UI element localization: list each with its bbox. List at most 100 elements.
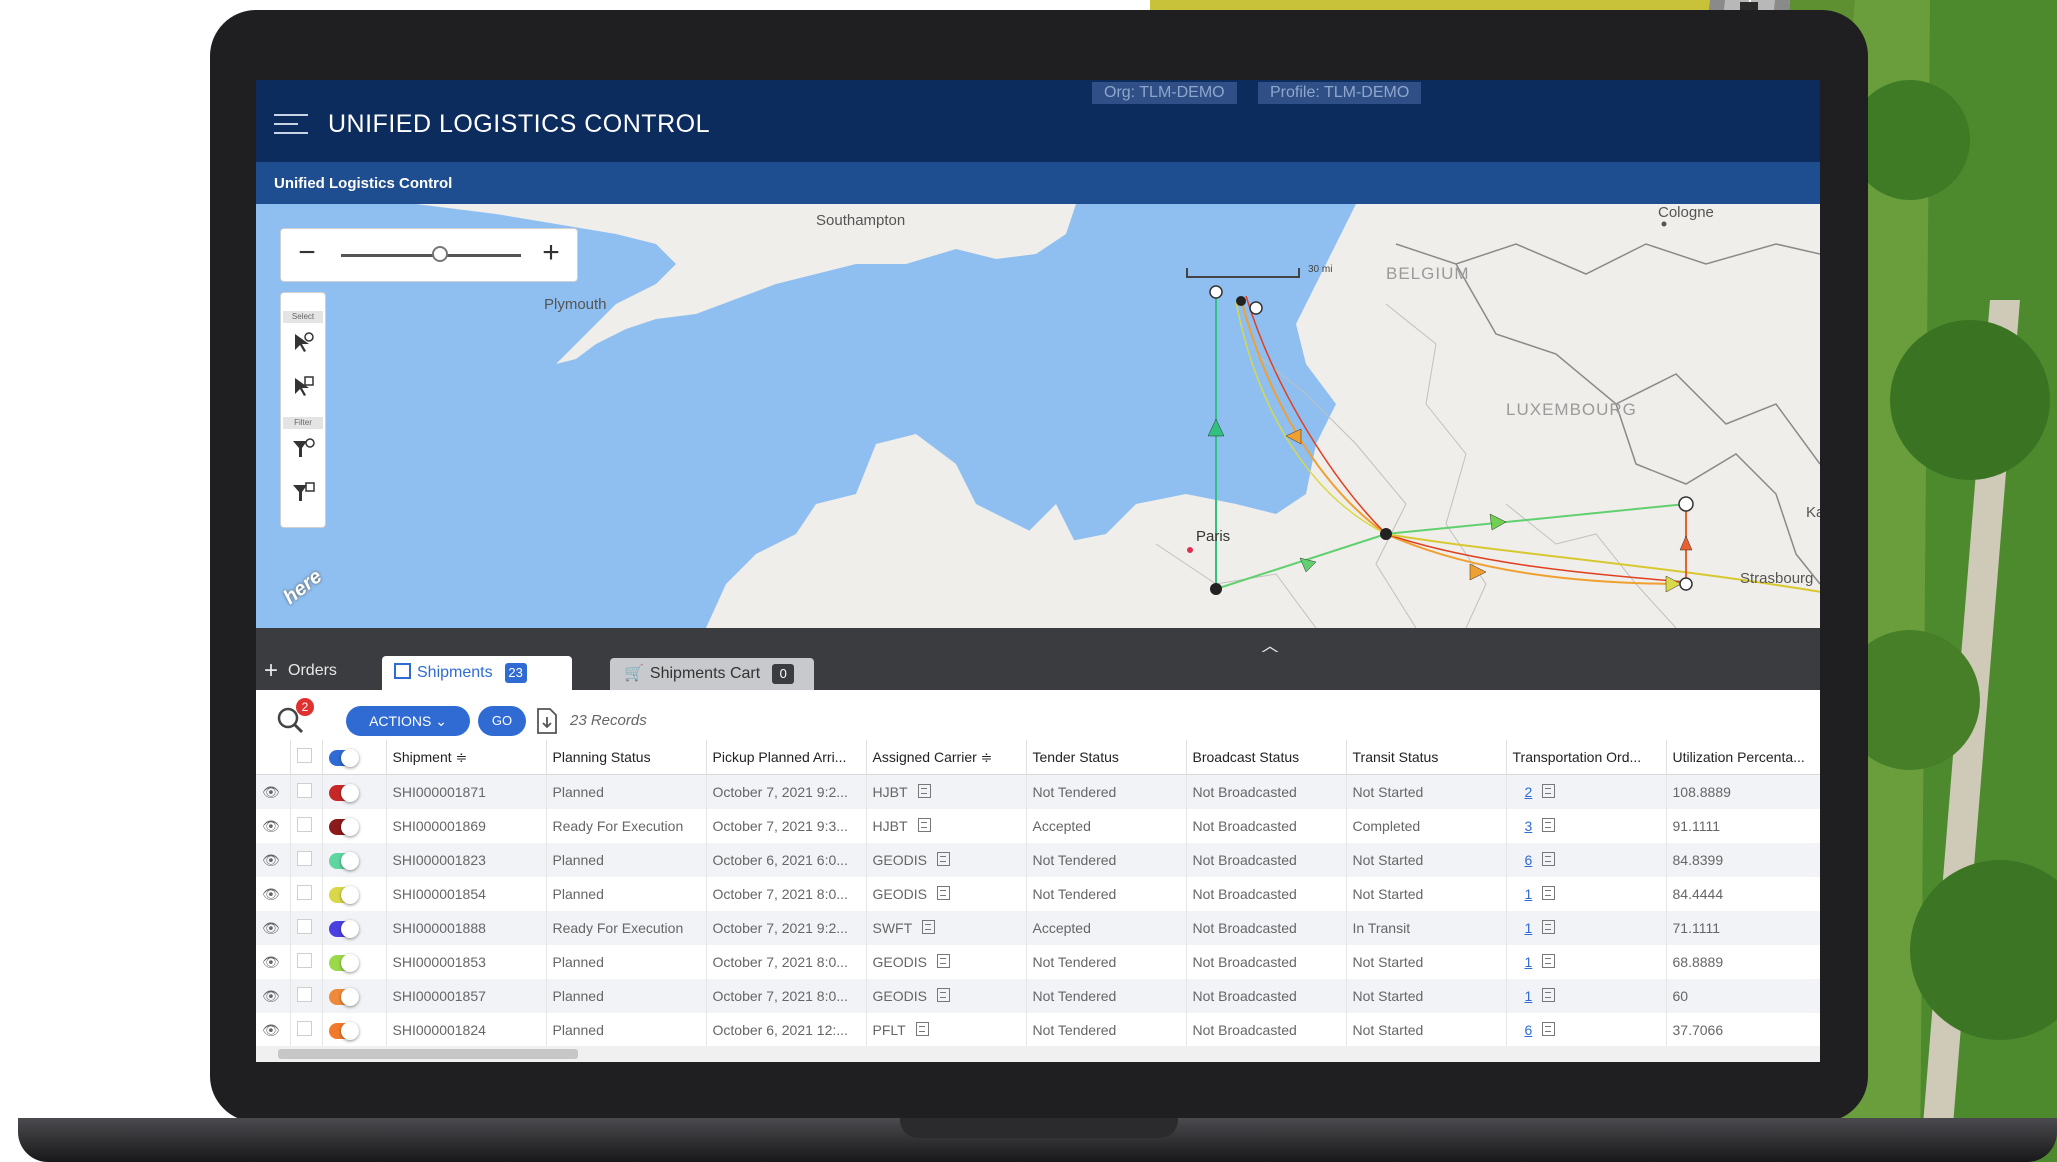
view-eye-icon[interactable]: 👁 xyxy=(262,1022,280,1038)
select-all-checkbox[interactable] xyxy=(296,748,312,763)
orders-details-icon[interactable] xyxy=(1542,988,1556,1002)
table-row[interactable]: 👁 SHI000001823 Planned October 6, 2021 6… xyxy=(256,843,1820,877)
export-icon[interactable] xyxy=(534,706,560,736)
row-checkbox[interactable] xyxy=(296,919,312,934)
view-eye-icon[interactable]: 👁 xyxy=(262,954,280,970)
table-row[interactable]: 👁 SHI000001871 Planned October 7, 2021 9… xyxy=(256,774,1820,809)
panel-collapse-strip[interactable] xyxy=(256,628,1820,652)
horizontal-scrollbar[interactable] xyxy=(256,1046,1820,1062)
carrier-details-icon[interactable] xyxy=(936,886,950,900)
row-checkbox[interactable] xyxy=(296,1021,312,1036)
map-scale-text: 30 mi xyxy=(1308,264,1333,275)
select-pointer-icon[interactable] xyxy=(287,327,319,359)
cell-shipment: SHI000001854 xyxy=(386,877,547,911)
header-shipment[interactable]: Shipment ≑ xyxy=(386,740,547,775)
row-checkbox[interactable] xyxy=(296,851,312,866)
header-transit-status[interactable]: Transit Status xyxy=(1346,740,1507,775)
org-indicator[interactable]: Org: TLM-DEMO xyxy=(1092,82,1237,104)
tab-orders[interactable]: + Orders xyxy=(264,656,337,686)
zoom-slider-thumb[interactable] xyxy=(432,246,448,262)
transportation-orders-link[interactable]: 1 xyxy=(1525,920,1533,936)
header-utilization[interactable]: Utilization Percenta... xyxy=(1666,740,1820,775)
orders-details-icon[interactable] xyxy=(1542,920,1556,934)
header-assigned-carrier[interactable]: Assigned Carrier ≑ xyxy=(866,740,1027,775)
header-transportation-orders[interactable]: Transportation Ord... xyxy=(1506,740,1667,775)
route-color-swatch[interactable] xyxy=(328,1021,363,1040)
transportation-orders-link[interactable]: 1 xyxy=(1525,988,1533,1004)
carrier-details-icon[interactable] xyxy=(922,920,936,934)
cell-tender-status: Accepted xyxy=(1026,911,1187,945)
view-eye-icon[interactable]: 👁 xyxy=(262,886,280,902)
row-checkbox[interactable] xyxy=(296,885,312,900)
route-color-swatch[interactable] xyxy=(328,987,363,1006)
header-select[interactable] xyxy=(290,740,323,775)
row-checkbox[interactable] xyxy=(296,783,312,798)
view-eye-icon[interactable]: 👁 xyxy=(262,784,280,800)
actions-button[interactable]: ACTIONS ⌄ xyxy=(346,706,470,736)
view-eye-icon[interactable]: 👁 xyxy=(262,818,280,834)
orders-details-icon[interactable] xyxy=(1542,886,1556,900)
route-color-swatch[interactable] xyxy=(328,885,363,904)
transportation-orders-link[interactable]: 6 xyxy=(1525,852,1533,868)
filter-area-icon[interactable] xyxy=(287,477,319,509)
table-row[interactable]: 👁 SHI000001853 Planned October 7, 2021 8… xyxy=(256,945,1820,979)
map-label-plymouth: Plymouth xyxy=(544,296,607,313)
transportation-orders-link[interactable]: 1 xyxy=(1525,886,1533,902)
transportation-orders-link[interactable]: 3 xyxy=(1525,818,1533,834)
orders-details-icon[interactable] xyxy=(1542,954,1556,968)
carrier-details-icon[interactable] xyxy=(936,852,950,866)
scrollbar-thumb[interactable] xyxy=(278,1049,578,1059)
cell-planning-status: Planned xyxy=(546,843,707,877)
table-header-row: Shipment ≑ Planning Status Pickup Planne… xyxy=(256,740,1820,775)
map-label-luxembourg: LUXEMBOURG xyxy=(1506,400,1637,419)
carrier-details-icon[interactable] xyxy=(917,818,931,832)
orders-details-icon[interactable] xyxy=(1542,784,1556,798)
row-checkbox[interactable] xyxy=(296,953,312,968)
row-checkbox[interactable] xyxy=(296,817,312,832)
route-color-swatch[interactable] xyxy=(328,783,363,802)
route-color-swatch[interactable] xyxy=(328,851,363,870)
carrier-details-icon[interactable] xyxy=(936,954,950,968)
carrier-details-icon[interactable] xyxy=(936,988,950,1002)
route-color-swatch[interactable] xyxy=(328,953,363,972)
row-checkbox[interactable] xyxy=(296,987,312,1002)
zoom-slider[interactable] xyxy=(341,246,521,262)
carrier-details-icon[interactable] xyxy=(917,784,931,798)
table-row[interactable]: 👁 SHI000001857 Planned October 7, 2021 8… xyxy=(256,979,1820,1013)
cell-utilization: 60 xyxy=(1666,979,1820,1013)
header-planning-status[interactable]: Planning Status xyxy=(546,740,707,775)
transportation-orders-link[interactable]: 1 xyxy=(1525,954,1533,970)
map-view[interactable]: Southampton Plymouth Cologne BELGIUM LUX… xyxy=(256,204,1820,628)
view-eye-icon[interactable]: 👁 xyxy=(262,852,280,868)
map-label-belgium: BELGIUM xyxy=(1386,264,1470,283)
orders-details-icon[interactable] xyxy=(1542,818,1556,832)
zoom-in-button[interactable]: + xyxy=(533,235,569,273)
table-row[interactable]: 👁 SHI000001888 Ready For Execution Octob… xyxy=(256,911,1820,945)
tab-shipments-cart[interactable]: 🛒 Shipments Cart 0 xyxy=(610,658,814,690)
orders-details-icon[interactable] xyxy=(1542,852,1556,866)
map-label-cologne: Cologne xyxy=(1658,204,1714,221)
table-row[interactable]: 👁 SHI000001869 Ready For Execution Octob… xyxy=(256,809,1820,843)
view-eye-icon[interactable]: 👁 xyxy=(262,988,280,1004)
color-toggle[interactable] xyxy=(328,748,363,767)
header-broadcast-status[interactable]: Broadcast Status xyxy=(1186,740,1347,775)
route-color-swatch[interactable] xyxy=(328,817,363,836)
header-pickup-planned[interactable]: Pickup Planned Arri... xyxy=(706,740,867,775)
route-color-swatch[interactable] xyxy=(328,919,363,938)
table-row[interactable]: 👁 SHI000001824 Planned October 6, 2021 1… xyxy=(256,1013,1820,1046)
hamburger-menu-icon[interactable] xyxy=(274,114,308,134)
carrier-details-icon[interactable] xyxy=(915,1022,929,1036)
table-row[interactable]: 👁 SHI000001854 Planned October 7, 2021 8… xyxy=(256,877,1820,911)
go-button[interactable]: GO xyxy=(478,706,526,736)
orders-details-icon[interactable] xyxy=(1542,1022,1556,1036)
select-area-icon[interactable] xyxy=(287,371,319,403)
zoom-out-button[interactable]: − xyxy=(289,235,325,273)
transportation-orders-link[interactable]: 6 xyxy=(1525,1022,1533,1038)
header-tender-status[interactable]: Tender Status xyxy=(1026,740,1187,775)
cell-transit-status: Not Started xyxy=(1346,774,1507,809)
view-eye-icon[interactable]: 👁 xyxy=(262,920,280,936)
transportation-orders-link[interactable]: 2 xyxy=(1525,784,1533,800)
tab-shipments[interactable]: Shipments 23 xyxy=(382,656,572,690)
profile-indicator[interactable]: Profile: TLM-DEMO xyxy=(1258,82,1422,104)
filter-radius-icon[interactable] xyxy=(287,433,319,465)
